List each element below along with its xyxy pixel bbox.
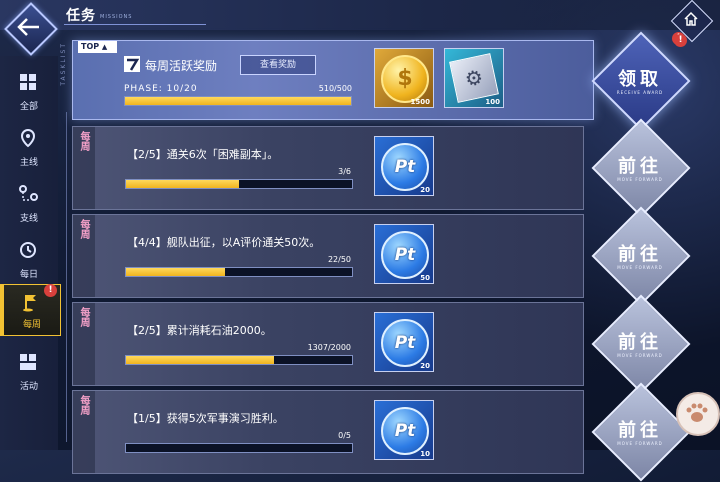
reward-equipment-box[interactable]: ⚙ 100 bbox=[444, 48, 504, 108]
task-progress-text: 0/5 bbox=[338, 431, 351, 440]
reward-pt-coin[interactable]: Pt 20 bbox=[374, 136, 434, 196]
task-description: 【2/5】通关6次「困难副本」。 bbox=[127, 148, 279, 161]
sidebar-item-label: 每日 bbox=[19, 270, 38, 280]
pt-coin-icon: Pt bbox=[381, 319, 429, 367]
back-button[interactable] bbox=[4, 2, 58, 56]
go-button[interactable]: 前往 MOVE FORWARD bbox=[591, 382, 691, 482]
flag-icon bbox=[23, 295, 36, 312]
phase-progress-text: 510/500 bbox=[318, 84, 352, 93]
go-button[interactable]: 前往 MOVE FORWARD bbox=[591, 294, 691, 394]
sidebar-item-label: 主线 bbox=[19, 158, 38, 168]
sidebar-item-label: 活动 bbox=[19, 382, 38, 392]
sidebar-item-main[interactable]: 主线 bbox=[0, 120, 58, 174]
home-icon bbox=[684, 11, 698, 26]
branch-pins-icon bbox=[19, 185, 38, 201]
paw-icon bbox=[686, 403, 708, 422]
go-button[interactable]: 前往 MOVE FORWARD bbox=[591, 118, 691, 218]
reward-pt-coin[interactable]: Pt 10 bbox=[374, 400, 434, 460]
progress-fill bbox=[126, 268, 226, 276]
title-underline bbox=[64, 24, 206, 25]
task-progress-bar bbox=[125, 355, 353, 365]
pt-coin-icon: Pt bbox=[381, 407, 429, 455]
task-description: 【1/5】获得5次军事演习胜利。 bbox=[127, 412, 284, 425]
task-progress-text: 22/50 bbox=[327, 255, 351, 264]
task-description: 【2/5】累计消耗石油2000。 bbox=[127, 324, 272, 337]
task-type-label: 每周 bbox=[78, 131, 89, 151]
reward-gold-coin[interactable]: $ 1500 bbox=[374, 48, 434, 108]
sidebar-item-all[interactable]: 全部 bbox=[0, 64, 58, 118]
task-progress-text: 1307/2000 bbox=[307, 343, 351, 352]
assistant-paw-button[interactable] bbox=[676, 392, 720, 436]
task-progress-bar bbox=[125, 267, 353, 277]
map-pin-icon bbox=[20, 128, 36, 148]
view-rewards-button[interactable]: 查看奖励 bbox=[240, 55, 316, 75]
sidebar-item-side[interactable]: 支线 bbox=[0, 176, 58, 230]
sidebar-item-label: 支线 bbox=[19, 214, 38, 224]
tasklist-label: TASKLIST bbox=[60, 42, 67, 86]
grid-icon bbox=[20, 74, 36, 90]
page-title: 任务 bbox=[66, 8, 96, 24]
task-progress-bar bbox=[125, 179, 353, 189]
sidebar-item-daily[interactable]: 每日 bbox=[0, 232, 58, 286]
phase-progress-bar bbox=[124, 96, 352, 106]
task-card: 每周 【2/5】通关6次「困难副本」。 3/6 bbox=[72, 126, 584, 210]
reward-pt-coin[interactable]: Pt 50 bbox=[374, 224, 434, 284]
task-card: 每周 【2/5】累计消耗石油2000。 1307/2000 bbox=[72, 302, 584, 386]
task-card: 每周 【1/5】获得5次军事演习胜利。 0/5 bbox=[72, 390, 584, 474]
task-type-label: 每周 bbox=[78, 307, 89, 327]
weekly-alert-badge: ! bbox=[44, 284, 57, 297]
reward-pt-coin[interactable]: Pt 20 bbox=[374, 312, 434, 372]
sidebar-item-event[interactable]: 活动 bbox=[0, 344, 58, 398]
sidebar-item-label: 全部 bbox=[19, 102, 38, 112]
phase-label: PHASE: 10/20 bbox=[124, 84, 198, 94]
claim-alert-badge: ! bbox=[674, 34, 687, 47]
task-card: 每周 【4/4】舰队出征，以A评价通关50次。 22/50 bbox=[72, 214, 584, 298]
pt-coin-icon: Pt bbox=[381, 231, 429, 279]
arrow-left-icon bbox=[17, 18, 39, 36]
clock-icon bbox=[20, 242, 36, 258]
go-button[interactable]: 前往 MOVE FORWARD bbox=[591, 206, 691, 306]
gold-coin-icon: $ bbox=[381, 55, 429, 103]
page-subtitle: MISSIONS bbox=[100, 14, 133, 20]
equipment-box-icon: ⚙ bbox=[449, 53, 499, 103]
seven-day-icon bbox=[124, 56, 140, 72]
task-progress-bar bbox=[125, 443, 353, 453]
pt-coin-icon: Pt bbox=[381, 143, 429, 191]
top-tag: TOP ▲ bbox=[78, 41, 117, 53]
task-type-label: 每周 bbox=[78, 219, 89, 239]
sidebar-item-label: 每周 bbox=[22, 320, 41, 330]
weekly-reward-title: 每周活跃奖励 bbox=[145, 59, 218, 73]
progress-fill bbox=[125, 97, 351, 105]
sidebar-divider bbox=[66, 112, 67, 442]
task-type-label: 每周 bbox=[78, 395, 89, 415]
progress-fill bbox=[126, 180, 239, 188]
task-progress-text: 3/6 bbox=[338, 167, 351, 176]
claim-button[interactable]: 领取 RECEIVE AWARD bbox=[591, 31, 691, 131]
blocks-icon bbox=[20, 354, 36, 370]
weekly-activity-card bbox=[72, 40, 594, 120]
progress-fill bbox=[126, 356, 274, 364]
task-description: 【4/4】舰队出征，以A评价通关50次。 bbox=[127, 236, 321, 249]
